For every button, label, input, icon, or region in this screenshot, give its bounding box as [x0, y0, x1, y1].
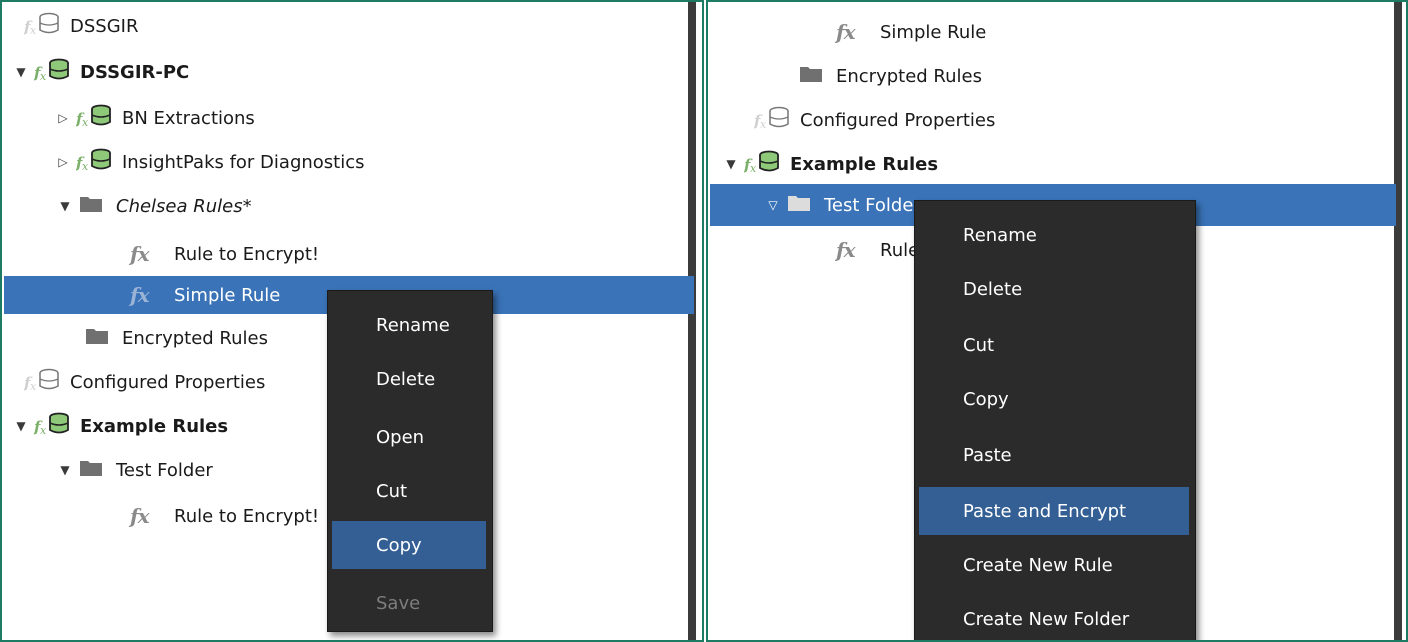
rule-database-icon: fx [33, 412, 70, 441]
svg-text:x: x [40, 424, 47, 436]
right-tree-panel: fx Simple Rule Encrypted Rules fx Config… [706, 0, 1408, 642]
folder-icon [78, 194, 106, 219]
folder-icon [798, 64, 826, 89]
tree-item-label: InsightPaks for Diagnostics [122, 151, 365, 173]
tree-item-label: Configured Properties [800, 109, 996, 131]
menu-item-open[interactable]: Open [328, 413, 492, 461]
tree-item-label: Chelsea Rules* [116, 195, 252, 217]
menu-item-delete[interactable]: Delete [328, 355, 492, 403]
scrollbar[interactable] [1394, 2, 1402, 640]
tree-item-encrypted-rules[interactable]: Encrypted Rules [84, 320, 268, 356]
context-menu: Rename Delete Open Cut Copy Save [327, 290, 493, 632]
tree-item-dssgir[interactable]: fx DSSGIR [23, 8, 139, 44]
tree-item-label: DSSGIR-PC [80, 61, 190, 83]
folder-icon [786, 193, 814, 218]
rule-database-icon: fx [75, 148, 112, 177]
tree-item-dssgir-pc[interactable]: ▼ fx DSSGIR-PC [14, 54, 189, 90]
tree-item-example-rules[interactable]: ▼ fx Example Rules [724, 146, 938, 182]
svg-text:x: x [750, 162, 757, 174]
menu-item-cut[interactable]: Cut [328, 467, 492, 515]
fx-icon: fx [130, 283, 150, 307]
rule-database-icon: fx [743, 150, 780, 179]
tree-item-label: Example Rules [80, 415, 229, 437]
tree-item-label: Simple Rule [880, 21, 987, 43]
rule-database-icon: fx [23, 12, 60, 41]
menu-item-create-new-rule[interactable]: Create New Rule [915, 541, 1195, 589]
caret-down-icon[interactable]: ▼ [14, 419, 28, 433]
rule-database-icon: fx [75, 104, 112, 133]
tree-item-label: Simple Rule [174, 284, 281, 306]
tree-item-chelsea-rules[interactable]: ▼ Chelsea Rules* [58, 188, 252, 224]
menu-item-save[interactable]: Save [328, 579, 492, 627]
tree-item-rule-to-encrypt-2[interactable]: fx Rule to Encrypt! [130, 498, 319, 534]
rule-database-icon: fx [33, 58, 70, 87]
fx-icon: fx [130, 242, 150, 266]
tree-item-label: Configured Properties [70, 371, 266, 393]
svg-text:x: x [82, 116, 89, 128]
tree-item-label: Encrypted Rules [122, 327, 268, 349]
caret-right-icon[interactable]: ▷ [56, 111, 70, 125]
folder-icon [84, 326, 112, 351]
fx-icon: fx [836, 20, 856, 44]
tree-item-simple-rule[interactable]: fx Simple Rule [836, 14, 986, 50]
rule-database-icon: fx [753, 106, 790, 135]
menu-item-create-new-folder[interactable]: Create New Folder [915, 595, 1195, 640]
caret-down-icon[interactable]: ▼ [724, 157, 738, 171]
folder-icon [78, 458, 106, 483]
tree-item-label: Test Folder [824, 194, 921, 216]
scrollbar[interactable] [688, 2, 696, 640]
fx-icon: fx [836, 238, 856, 262]
menu-item-copy[interactable]: Copy [332, 521, 486, 569]
left-tree-panel: fx DSSGIR ▼ fx DSSGIR-PC ▷ fx BN Extract… [0, 0, 704, 642]
caret-down-icon[interactable]: ▼ [14, 65, 28, 79]
svg-text:x: x [30, 380, 37, 392]
tree-item-configured-properties[interactable]: fx Configured Properties [23, 364, 266, 400]
svg-text:x: x [40, 70, 47, 82]
tree-item-insightpaks[interactable]: ▷ fx InsightPaks for Diagnostics [56, 144, 365, 180]
tree-item-label: BN Extractions [122, 107, 255, 129]
fx-icon: fx [130, 504, 150, 528]
tree-item-label: DSSGIR [70, 15, 139, 37]
caret-down-icon[interactable]: ▼ [58, 463, 72, 477]
tree-item-rule-to-encrypt[interactable]: fx Rule to Encrypt! [130, 236, 319, 272]
tree-item-label: Rule to Encrypt! [174, 243, 320, 265]
tree-item-configured-properties[interactable]: fx Configured Properties [753, 102, 996, 138]
menu-item-cut[interactable]: Cut [915, 321, 1195, 369]
tree-item-bn-extractions[interactable]: ▷ fx BN Extractions [56, 100, 255, 136]
caret-down-icon[interactable]: ▼ [58, 199, 72, 213]
context-menu: Rename Delete Cut Copy Paste Paste and E… [914, 200, 1196, 640]
tree-item-example-rules[interactable]: ▼ fx Example Rules [14, 408, 228, 444]
caret-down-outline-icon[interactable]: ▽ [766, 198, 780, 212]
rule-database-icon: fx [23, 368, 60, 397]
menu-item-rename[interactable]: Rename [328, 301, 492, 349]
tree-item-label: Test Folder [116, 459, 213, 481]
svg-text:x: x [82, 160, 89, 172]
tree-item-label: Rule to Encrypt! [174, 505, 320, 527]
tree-item-label: Example Rules [790, 153, 939, 175]
tree-item-test-folder[interactable]: ▼ Test Folder [58, 452, 213, 488]
menu-item-rename[interactable]: Rename [915, 211, 1195, 259]
caret-right-icon[interactable]: ▷ [56, 155, 70, 169]
tree-item-label: Encrypted Rules [836, 65, 982, 87]
svg-text:x: x [30, 24, 37, 36]
menu-item-copy[interactable]: Copy [915, 375, 1195, 423]
tree-item-encrypted-rules[interactable]: Encrypted Rules [798, 58, 982, 94]
menu-item-delete[interactable]: Delete [915, 265, 1195, 313]
svg-text:x: x [760, 118, 767, 130]
menu-item-paste-and-encrypt[interactable]: Paste and Encrypt [919, 487, 1189, 535]
menu-item-paste[interactable]: Paste [915, 431, 1195, 479]
